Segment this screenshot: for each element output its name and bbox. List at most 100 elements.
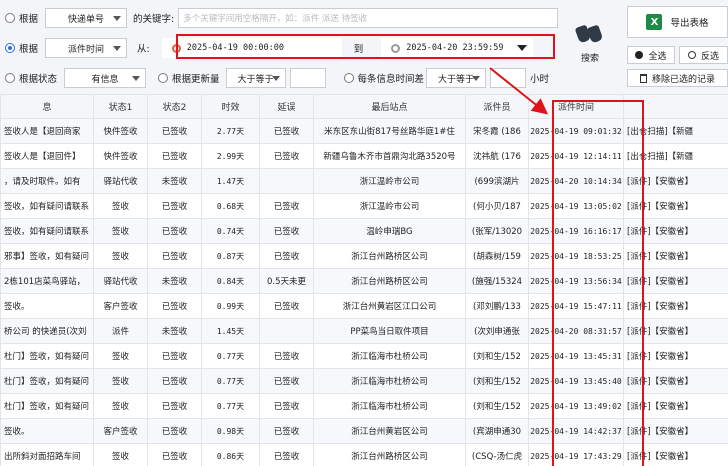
filter-row-time: 根据 派件时间 从: 2025-04-19 00:00:00 到 2025-04… <box>0 33 534 63</box>
keyword-label: 的关键字: <box>133 14 175 25</box>
table-row[interactable]: 桥公司 的快递员(次刘 派件 未签收 1.45天 PP菜鸟当日取件项目 (次刘申通张 202… <box>0 318 728 344</box>
table-cell: 0.84天 <box>201 268 260 294</box>
end-datetime-picker[interactable]: 2025-04-20 23:59:59 <box>381 38 534 58</box>
column-header[interactable]: 派件员 <box>465 94 529 119</box>
table-row[interactable]: 2栋101店菜鸟驿站， 驿站代收 未签收 0.84天 0.5天未更 浙江台州路桥区公司 (施… <box>0 268 728 294</box>
table-cell: 签收，如有疑问请联系 <box>0 193 94 219</box>
table-cell <box>259 168 314 194</box>
table-cell: 0.87天 <box>201 243 260 269</box>
radio-by-time-diff[interactable] <box>343 73 354 83</box>
keyword-input[interactable]: 多个关键字间用空格隔开，如：派件 派送 待签收 <box>178 8 559 28</box>
table-cell: 宋冬霞 (186 <box>465 118 529 144</box>
column-header[interactable]: 状态2 <box>147 94 202 119</box>
table-cell: 已签收 <box>147 143 202 169</box>
filter-by-label: 根据 <box>19 14 39 25</box>
table-cell: 已签收 <box>147 218 202 244</box>
table-cell: 浙江温岭市公司 <box>313 168 466 194</box>
from-label: 从: <box>137 44 150 55</box>
radio-by-time[interactable] <box>5 43 15 53</box>
table-cell: 已签收 <box>259 368 314 394</box>
table-cell: 已签收 <box>259 393 314 419</box>
table-cell: [派件]【安徽省】 <box>623 193 728 219</box>
results-table: 息状态1 状态2 时效 延误 最后站点 派件员 派件时间 签收人是【退回商家 快件签收 已签收 2… <box>0 94 728 466</box>
chevron-down-icon <box>271 76 280 81</box>
table-row[interactable]: 杜门】签收，如有疑问 签收 已签收 0.77天 已签收 浙江临海市杜桥公司 (刘和生/152… <box>0 343 728 369</box>
table-cell: 邪事】签收，如有疑问 <box>0 243 94 269</box>
table-cell: 0.77天 <box>201 393 260 419</box>
table-row[interactable]: 签收人是【退回商家 快件签收 已签收 2.77天 已签收 米东区东山街817号丝路华庭1#… <box>0 118 728 144</box>
table-cell: 浙江临海市杜桥公司 <box>313 368 466 394</box>
table-cell: 已签收 <box>259 118 314 144</box>
column-header[interactable]: 时效 <box>201 94 260 119</box>
table-cell: [派件]【安徽省】 <box>623 393 728 419</box>
table-cell: 2025-04-19 13:05:02 <box>528 193 624 219</box>
update-count-label: 根据更新量 <box>172 74 220 85</box>
column-header[interactable]: 息 <box>0 94 94 119</box>
results-grid: 息状态1 状态2 时效 延误 最后站点 派件员 派件时间 签收人是【退回商家 快件签收 已签收 2… <box>0 94 728 466</box>
column-header[interactable]: 延误 <box>259 94 314 119</box>
table-row[interactable]: 杜门】签收，如有疑问 签收 已签收 0.77天 已签收 浙江临海市杜桥公司 (刘和生/152… <box>0 368 728 394</box>
table-cell: 签收 <box>93 218 148 244</box>
start-datetime-picker[interactable]: 2025-04-19 00:00:00 <box>161 38 342 58</box>
table-cell: 已签收 <box>147 243 202 269</box>
table-cell: 出所斜对面招路车间 <box>0 443 94 466</box>
time-diff-operator-select[interactable]: 大于等于 <box>426 68 487 88</box>
radio-by-update-count[interactable] <box>158 73 169 83</box>
table-row[interactable]: 出所斜对面招路车间 签收 已签收 0.86天 已签收 浙江台州路桥区公司 (CSQ-汤仁虎 2… <box>0 443 728 466</box>
table-cell: 快件签收 <box>93 118 148 144</box>
column-header[interactable]: 最后站点 <box>313 94 466 119</box>
remove-selected-button[interactable]: 移除已选的记录 <box>627 69 728 87</box>
search-button-label: 搜索 <box>580 53 599 64</box>
time-diff-input[interactable] <box>490 68 527 88</box>
table-cell: 2025-04-19 12:14:11 <box>528 143 624 169</box>
table-cell: [派件]【安徽省】 <box>623 443 728 466</box>
table-row[interactable]: 签收。 客户签收 已签收 0.99天 已签收 浙江台州黄岩区江口公司 (邓刘鹏/133 202… <box>0 293 728 319</box>
table-cell: [派件]【安徽省】 <box>623 268 728 294</box>
table-row[interactable]: 签收人是【退回件】 快件签收 已签收 2.99天 已签收 新疆乌鲁木齐市首鼎沟北路3520… <box>0 143 728 169</box>
column-header[interactable] <box>623 94 728 119</box>
radio-by-field[interactable] <box>5 13 15 23</box>
table-cell: 杜门】签收，如有疑问 <box>0 343 94 369</box>
table-cell: 2025-04-19 16:16:17 <box>528 218 624 244</box>
table-cell: (张军/13020 <box>465 218 529 244</box>
column-header[interactable]: 派件时间 <box>528 94 624 119</box>
table-cell: 已签收 <box>259 218 314 244</box>
clock-icon <box>391 43 401 53</box>
invert-selection-button[interactable]: 反选 <box>679 46 728 64</box>
search-button[interactable]: 搜索 <box>566 18 614 68</box>
table-cell: 浙江临海市杜桥公司 <box>313 393 466 419</box>
status-select[interactable]: 有信息 <box>64 68 147 88</box>
select-all-button[interactable]: 全选 <box>627 46 675 64</box>
table-cell: [出仓扫描]【新疆 <box>623 143 728 169</box>
action-panel: X 导出表格 全选 反选 移除已选的记录 <box>617 0 728 94</box>
table-cell: 1.47天 <box>201 168 260 194</box>
invert-icon <box>687 51 696 59</box>
radio-by-status[interactable] <box>5 73 15 83</box>
table-cell: 驿站代收 <box>93 168 148 194</box>
table-row[interactable]: 签收。 客户签收 已签收 0.98天 已签收 浙江台州黄岩区公司 (宾湖申通30 2025-0… <box>0 418 728 444</box>
table-row[interactable]: 杜门】签收，如有疑问 签收 已签收 0.77天 已签收 浙江临海市杜桥公司 (刘和生/152… <box>0 393 728 419</box>
table-cell: 签收。 <box>0 418 94 444</box>
update-count-input[interactable] <box>289 68 326 88</box>
table-cell: 签收 <box>93 393 148 419</box>
field-select[interactable]: 快递单号 <box>45 8 128 28</box>
table-row[interactable]: ，请及时取件。如有 驿站代收 未签收 1.47天 浙江温岭市公司 (699滨湖片 2025-… <box>0 168 728 194</box>
table-row[interactable]: 邪事】签收，如有疑问 签收 已签收 0.87天 已签收 浙江台州路桥区公司 (胡森树/159… <box>0 243 728 269</box>
table-cell: 未签收 <box>147 318 202 344</box>
column-header[interactable]: 状态1 <box>93 94 148 119</box>
table-cell: [派件]【安徽省】 <box>623 243 728 269</box>
table-row[interactable]: 签收，如有疑问请联系 签收 已签收 0.68天 已签收 浙江温岭市公司 (何小贝/187 20… <box>0 193 728 219</box>
table-cell <box>259 318 314 344</box>
table-cell: 0.77天 <box>201 368 260 394</box>
table-cell: ，请及时取件。如有 <box>0 168 94 194</box>
table-cell: 签收 <box>93 193 148 219</box>
time-field-select[interactable]: 派件时间 <box>45 38 128 58</box>
table-cell: 已签收 <box>147 443 202 466</box>
table-cell: 0.5天未更 <box>259 268 314 294</box>
table-cell: 浙江台州路桥区公司 <box>313 443 466 466</box>
table-row[interactable]: 签收，如有疑问请联系 签收 已签收 0.74天 已签收 温岭申瑞BG (张军/13020 20… <box>0 218 728 244</box>
export-table-button[interactable]: X 导出表格 <box>627 6 728 38</box>
update-operator-select[interactable]: 大于等于 <box>225 68 286 88</box>
table-cell: [出仓扫描]【新疆 <box>623 118 728 144</box>
select-all-icon <box>635 51 644 59</box>
